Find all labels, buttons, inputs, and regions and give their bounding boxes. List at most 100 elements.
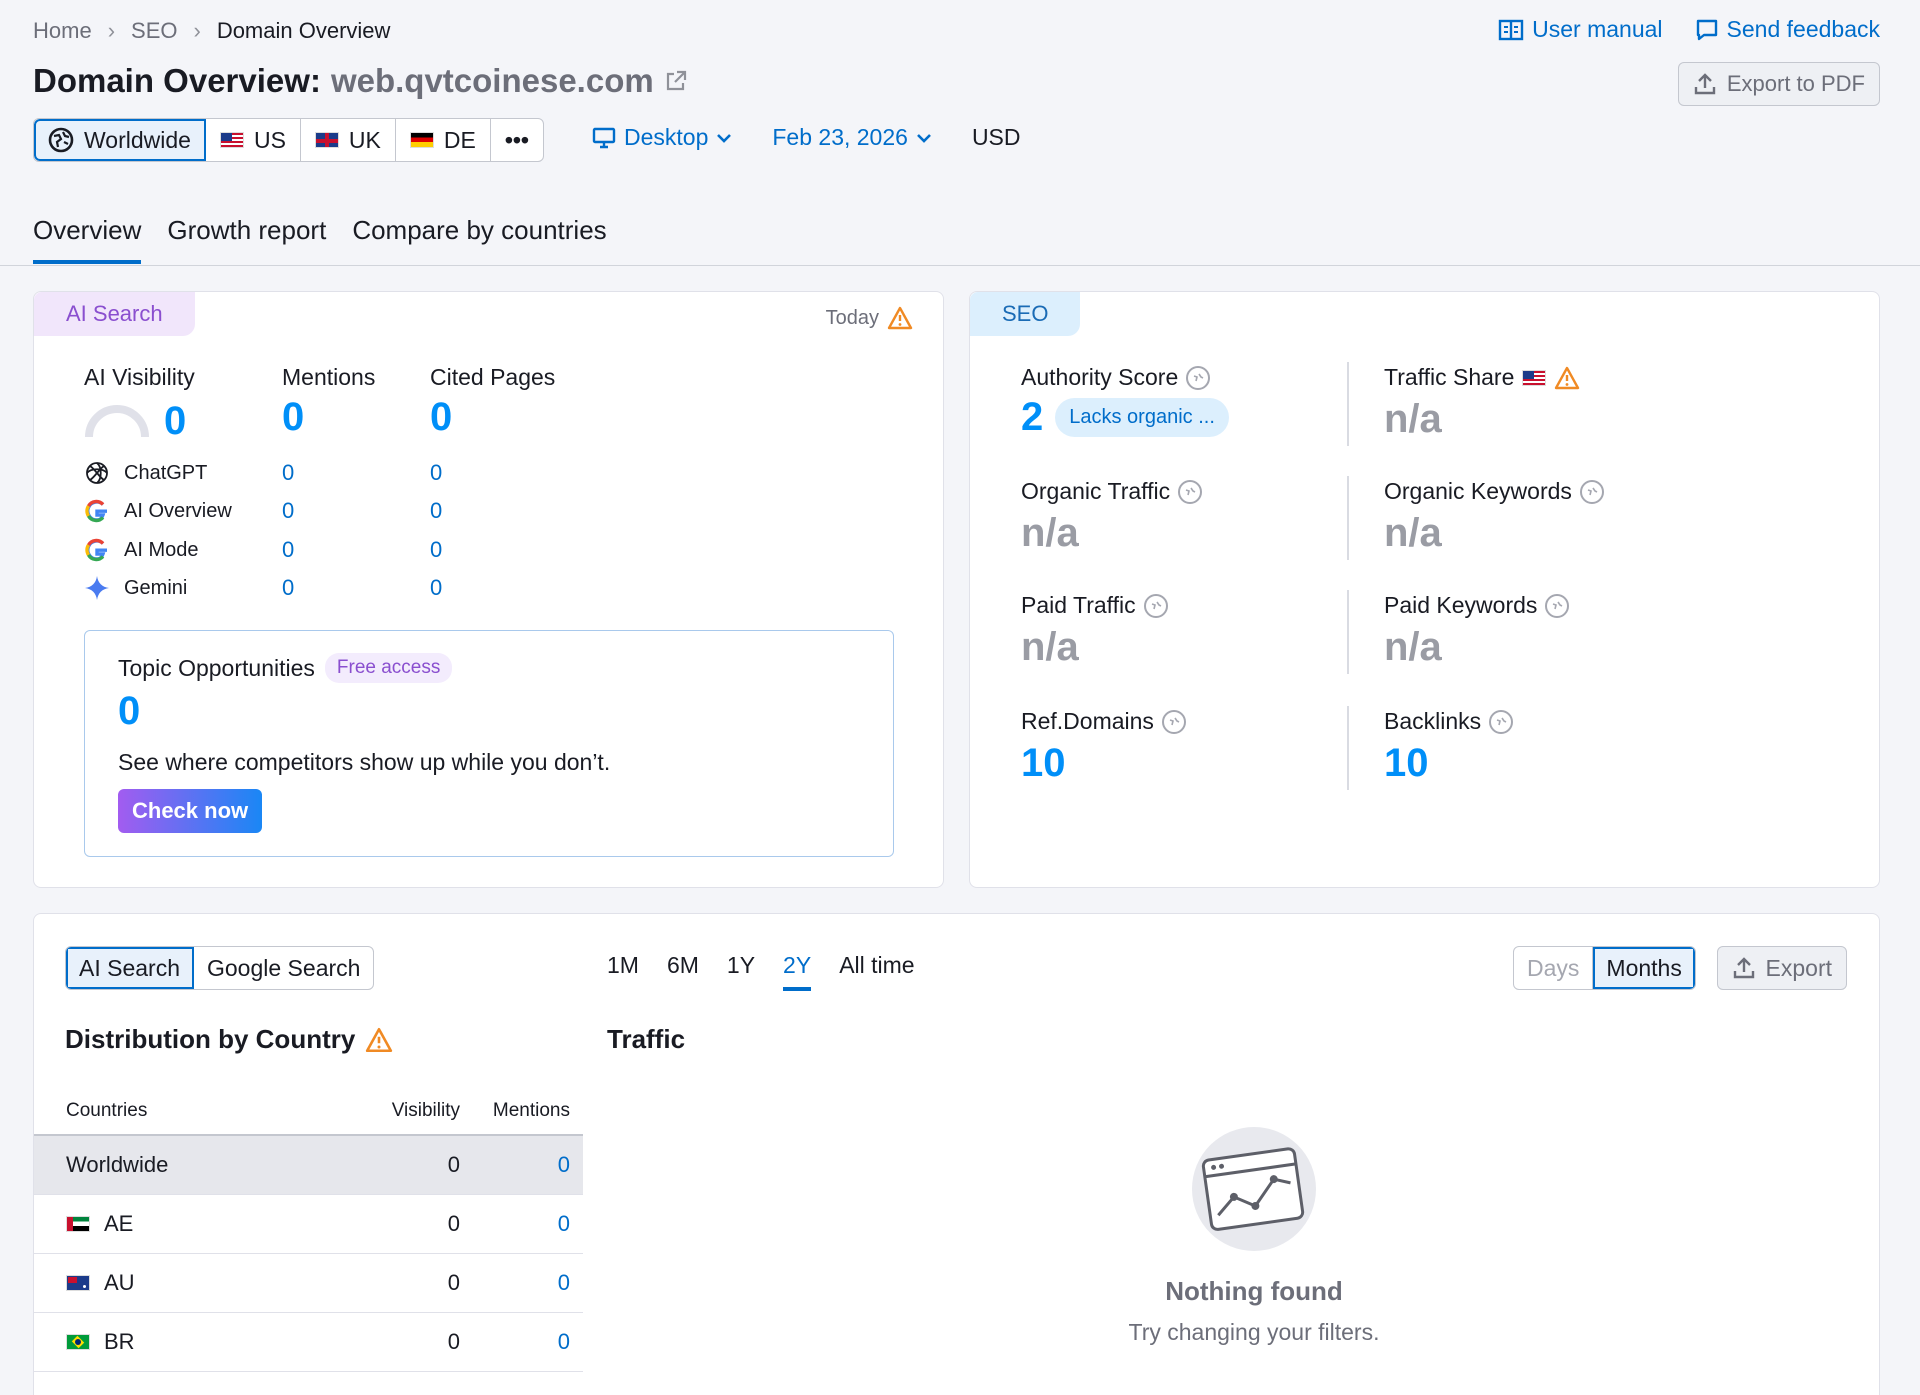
- visibility-cell: 0: [447, 1270, 460, 1295]
- period-1y[interactable]: 1Y: [727, 952, 755, 991]
- topic-opportunities-header: Topic Opportunities Free access: [118, 653, 453, 683]
- info-icon[interactable]: [1579, 479, 1604, 504]
- user-manual-link[interactable]: User manual: [1498, 16, 1663, 43]
- mentions-metric: Mentions 0: [282, 364, 375, 440]
- table-row[interactable]: AU 0 0: [34, 1254, 583, 1313]
- toggle-ai-search[interactable]: AI Search: [66, 947, 194, 989]
- toggle-months[interactable]: Months: [1593, 947, 1695, 989]
- distribution-title: Distribution by Country: [65, 1024, 356, 1054]
- export-pdf-button[interactable]: Export to PDF: [1677, 62, 1880, 106]
- visibility-cell: 0: [447, 1211, 460, 1236]
- chatgpt-mentions[interactable]: 0: [282, 460, 294, 486]
- col-visibility[interactable]: Visibility: [360, 1100, 460, 1122]
- db-uk[interactable]: UK: [301, 119, 396, 161]
- db-us[interactable]: US: [206, 119, 301, 161]
- tab-overview[interactable]: Overview: [33, 215, 142, 264]
- paid-keywords-metric: Paid Keywords n/a: [1384, 592, 1570, 670]
- table-row[interactable]: Worldwide 0 0: [34, 1136, 583, 1195]
- toggle-google-search[interactable]: Google Search: [194, 947, 373, 989]
- free-access-badge: Free access: [324, 653, 453, 683]
- check-now-button[interactable]: Check now: [118, 789, 263, 833]
- period-6m[interactable]: 6M: [667, 952, 699, 991]
- flag-us-icon: [219, 132, 244, 148]
- period-2y[interactable]: 2Y: [783, 952, 812, 991]
- google-icon: [84, 537, 110, 563]
- lacks-organic-badge[interactable]: Lacks organic ...: [1055, 398, 1229, 437]
- db-worldwide[interactable]: Worldwide: [34, 119, 206, 161]
- warning-icon[interactable]: [365, 1027, 393, 1053]
- country-table: Countries Visibility Mentions Worldwide …: [34, 1088, 583, 1372]
- empty-chart-illustration: [1094, 1124, 1414, 1254]
- empty-subtitle: Try changing your filters.: [1128, 1319, 1380, 1345]
- export-pdf-label: Export to PDF: [1726, 71, 1865, 96]
- info-icon[interactable]: [1143, 593, 1168, 618]
- ai-visibility-label: AI Visibility: [84, 364, 195, 390]
- ai-mode-cited[interactable]: 0: [430, 537, 442, 563]
- external-link-icon[interactable]: [664, 69, 688, 93]
- ai-mode-mentions[interactable]: 0: [282, 537, 294, 563]
- table-row[interactable]: BR 0 0: [34, 1313, 583, 1372]
- flag-br-icon: [66, 1334, 90, 1350]
- topic-opportunities-box: Topic Opportunities Free access 0 See wh…: [84, 630, 894, 857]
- breadcrumb-seo[interactable]: SEO: [131, 18, 177, 44]
- visibility-cell: 0: [447, 1152, 460, 1177]
- ai-overview-mentions[interactable]: 0: [282, 498, 294, 524]
- metric-divider: [1347, 590, 1349, 674]
- paid-traffic-metric: Paid Traffic n/a: [1021, 592, 1168, 670]
- granularity-toggle: Days Months: [1513, 946, 1696, 990]
- table-row[interactable]: AE 0 0: [34, 1195, 583, 1254]
- cited-pages-value[interactable]: 0: [430, 395, 555, 440]
- date-selector[interactable]: Feb 23, 2026: [772, 124, 932, 151]
- country-cell: BR: [66, 1329, 360, 1355]
- cited-pages-metric: Cited Pages 0: [430, 364, 555, 440]
- ref-domains-value[interactable]: 10: [1021, 741, 1186, 786]
- authority-score-value[interactable]: 2: [1021, 395, 1043, 440]
- authority-score-label: Authority Score: [1021, 364, 1179, 390]
- chevron-right-icon: ›: [193, 18, 201, 43]
- breadcrumb-home[interactable]: Home: [33, 18, 92, 44]
- device-selector[interactable]: Desktop: [592, 124, 732, 151]
- send-feedback-link[interactable]: Send feedback: [1695, 16, 1880, 43]
- mentions-value[interactable]: 0: [282, 395, 375, 440]
- mentions-cell[interactable]: 0: [460, 1270, 570, 1296]
- period-1m[interactable]: 1M: [607, 952, 639, 991]
- warning-icon[interactable]: [1554, 366, 1580, 390]
- db-de[interactable]: DE: [396, 119, 491, 161]
- page-title: Domain Overview: web.qvtcoinese.com: [33, 62, 688, 100]
- source-chatgpt: ChatGPT: [84, 460, 207, 486]
- backlinks-value[interactable]: 10: [1384, 741, 1513, 786]
- col-mentions[interactable]: Mentions: [460, 1100, 570, 1122]
- gemini-icon: [84, 575, 110, 601]
- mentions-cell[interactable]: 0: [460, 1329, 570, 1355]
- gemini-mentions[interactable]: 0: [282, 575, 294, 601]
- today-indicator: Today: [826, 306, 913, 330]
- info-icon[interactable]: [1178, 479, 1203, 504]
- seo-tag: SEO: [970, 292, 1081, 336]
- info-icon[interactable]: [1545, 593, 1570, 618]
- distribution-heading: Distribution by Country: [65, 1024, 393, 1055]
- info-icon[interactable]: [1161, 709, 1186, 734]
- organic-keywords-metric: Organic Keywords n/a: [1384, 478, 1604, 556]
- metric-divider: [1347, 476, 1349, 560]
- tab-compare-by-countries[interactable]: Compare by countries: [352, 215, 606, 264]
- upload-icon: [1693, 72, 1717, 96]
- country-name: AU: [104, 1270, 135, 1295]
- export-button[interactable]: Export: [1716, 946, 1847, 990]
- period-all-time[interactable]: All time: [839, 952, 914, 991]
- info-icon[interactable]: [1186, 365, 1211, 390]
- ref-domains-label: Ref.Domains: [1021, 708, 1154, 734]
- tab-growth-report[interactable]: Growth report: [167, 215, 326, 264]
- toggle-days[interactable]: Days: [1514, 947, 1594, 989]
- gemini-cited[interactable]: 0: [430, 575, 442, 601]
- upload-icon: [1732, 956, 1756, 980]
- mentions-cell[interactable]: 0: [460, 1152, 570, 1178]
- mentions-cell[interactable]: 0: [460, 1211, 570, 1237]
- paid-traffic-label: Paid Traffic: [1021, 592, 1136, 618]
- info-icon[interactable]: [1489, 709, 1514, 734]
- traffic-share-label: Traffic Share: [1384, 364, 1515, 390]
- ai-overview-cited[interactable]: 0: [430, 498, 442, 524]
- more-databases-button[interactable]: •••: [491, 119, 543, 161]
- ai-visibility-value[interactable]: 0: [164, 399, 186, 444]
- chatgpt-cited[interactable]: 0: [430, 460, 442, 486]
- warning-icon[interactable]: [887, 306, 913, 330]
